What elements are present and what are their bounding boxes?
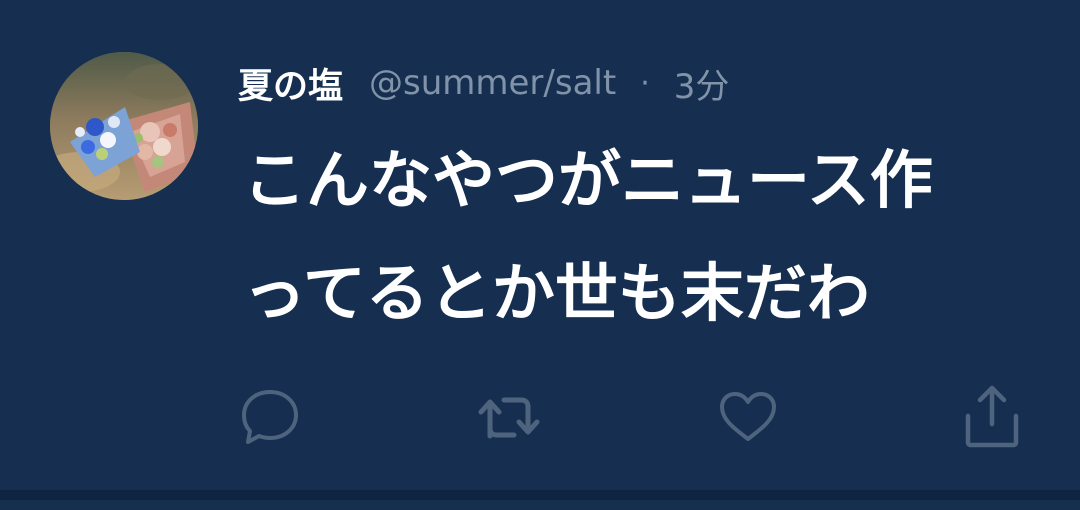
separator-dot: · <box>640 65 650 101</box>
tweet-card[interactable]: 夏の塩 @summer/salt · 3分 こんなやつがニュース作 ってるとか世… <box>0 0 1080 500</box>
share-icon <box>960 382 1024 452</box>
timestamp[interactable]: 3分 <box>674 59 730 108</box>
author-name[interactable]: 夏の塩 <box>238 58 343 109</box>
heart-icon <box>717 389 779 445</box>
action-bar <box>0 385 1080 455</box>
like-button[interactable] <box>716 385 780 449</box>
avatar-flowers-image <box>50 52 198 200</box>
tweet-text-line: ってるとか世も末だわ <box>243 257 870 330</box>
share-button[interactable] <box>960 385 1024 449</box>
retweet-button[interactable] <box>477 385 541 449</box>
divider <box>0 490 1080 500</box>
retweet-icon <box>477 392 541 442</box>
reply-button[interactable] <box>238 385 302 449</box>
tweet-text-line: こんなやつがニュース作 <box>243 144 933 217</box>
tweet-text: こんなやつがニュース作 ってるとか世も末だわ <box>243 124 1043 350</box>
avatar[interactable] <box>50 52 198 200</box>
reply-icon <box>239 386 301 448</box>
tweet-header: 夏の塩 @summer/salt · 3分 <box>238 58 729 108</box>
author-handle[interactable]: @summer/salt <box>369 63 616 103</box>
